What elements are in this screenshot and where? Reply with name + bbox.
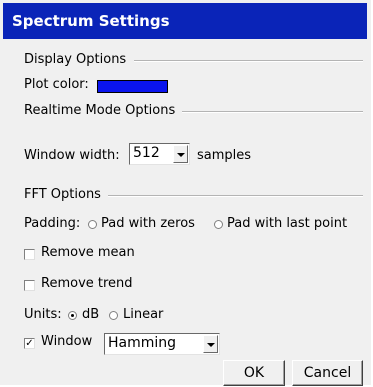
realtime-options-header: Realtime Mode Options xyxy=(24,103,176,118)
pad-zeros-radio[interactable] xyxy=(88,220,97,229)
units-linear-radio[interactable] xyxy=(109,311,118,320)
window-label[interactable]: Window xyxy=(41,334,92,349)
remove-trend-checkbox[interactable] xyxy=(24,280,35,291)
chevron-down-icon[interactable] xyxy=(203,335,218,353)
window-type-select[interactable]: Hamming xyxy=(104,333,220,355)
units-linear-label[interactable]: Linear xyxy=(123,307,163,322)
spectrum-settings-dialog: Spectrum Settings Display Options Plot c… xyxy=(0,0,373,387)
realtime-options-divider xyxy=(182,111,363,113)
remove-trend-label[interactable]: Remove trend xyxy=(41,276,133,291)
pad-last-radio[interactable] xyxy=(214,220,223,229)
pad-zeros-label[interactable]: Pad with zeros xyxy=(101,216,195,231)
remove-mean-label[interactable]: Remove mean xyxy=(41,245,135,260)
display-options-header: Display Options xyxy=(24,52,127,67)
window-width-select[interactable]: 512 xyxy=(129,143,190,165)
window-width-value: 512 xyxy=(133,145,160,161)
chevron-down-icon[interactable] xyxy=(173,145,188,163)
fft-options-divider xyxy=(108,195,363,197)
ok-button[interactable]: OK xyxy=(223,360,285,386)
plot-color-label: Plot color: xyxy=(24,77,89,92)
window-type-value: Hamming xyxy=(108,335,177,351)
cancel-button[interactable]: Cancel xyxy=(292,360,363,386)
window-checkbox[interactable]: ✓ xyxy=(24,338,35,349)
display-options-divider xyxy=(134,60,363,62)
check-icon: ✓ xyxy=(25,338,34,349)
window-width-label: Window width: xyxy=(24,148,120,163)
units-label: Units: xyxy=(24,307,62,322)
units-db-label[interactable]: dB xyxy=(82,307,99,322)
dialog-title: Spectrum Settings xyxy=(3,3,367,39)
plot-color-swatch[interactable] xyxy=(97,80,168,93)
pad-last-label[interactable]: Pad with last point xyxy=(227,216,347,231)
remove-mean-checkbox[interactable] xyxy=(24,249,35,260)
padding-label: Padding: xyxy=(24,216,81,231)
window-width-unit: samples xyxy=(197,148,252,163)
units-db-radio[interactable] xyxy=(68,311,77,320)
fft-options-header: FFT Options xyxy=(24,187,101,202)
